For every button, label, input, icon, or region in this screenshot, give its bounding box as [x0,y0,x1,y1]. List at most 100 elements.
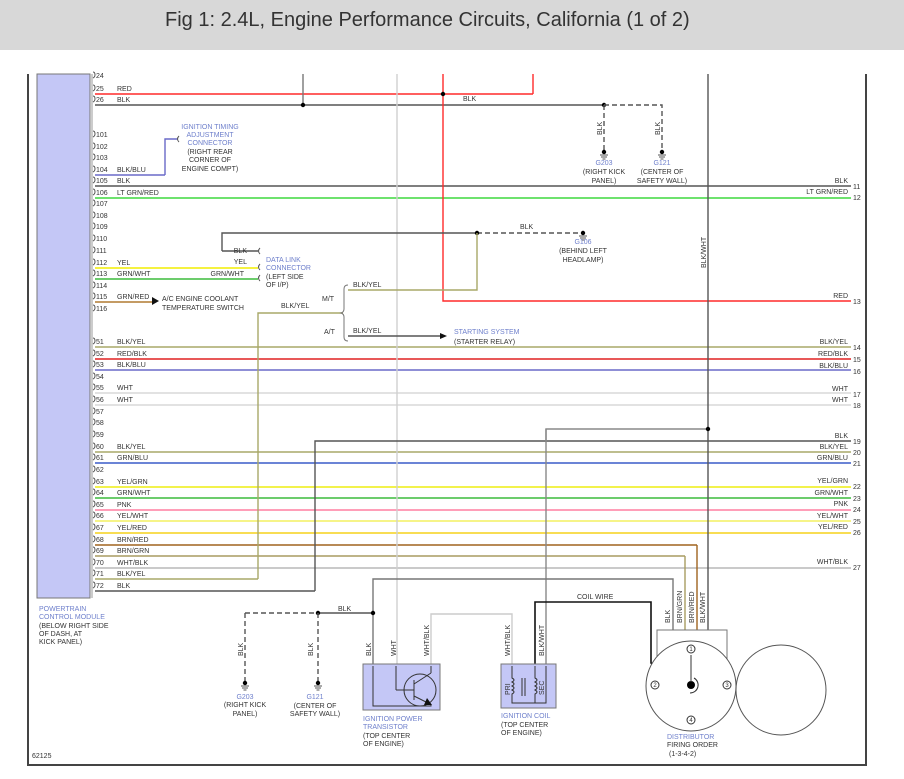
pin-number-65: 65 [96,502,104,509]
pin-number-56: 56 [96,397,104,404]
pin-number-102: 102 [96,144,108,151]
pin-wire-label-51: BLK/YEL [117,339,146,346]
pin-number-70: 70 [96,560,104,567]
pin-bracket [92,372,96,380]
coil-name: IGNITION COIL [501,713,551,720]
splice-dot [242,680,248,686]
terminal-number-21: 21 [853,461,861,468]
terminal-number-23: 23 [853,496,861,503]
pin-number-54: 54 [96,374,104,381]
pin-bracket [92,165,96,173]
pin-wire-label-104: BLK/BLU [117,167,146,174]
pin-wire-label-106: LT GRN/RED [117,190,159,197]
pin-wire-label-115: GRN/RED [117,294,149,301]
g203-bottom-loc-1: (RIGHT KICK [224,702,267,709]
pin-bracket [92,176,96,184]
firing-order: (1-3-4-2) [669,751,696,758]
pin-number-61: 61 [96,455,104,462]
terminal-wire-label-12: LT GRN/RED [806,189,848,196]
pin-wire-label-71: BLK/YEL [117,571,146,578]
g121-top-wire-label: BLK [655,121,662,135]
dist-pin-brnred: BRN/RED [689,591,696,623]
blk-transistor-distributor [372,578,674,666]
terminal-wire-label-13: RED [833,293,848,300]
ground-icon [314,685,322,691]
ac-switch-arrow-icon [152,297,159,305]
splice-dot [370,610,376,616]
pin-wire-label-55: WHT [117,385,134,392]
diagram-frame [27,74,867,766]
pin-bracket [92,581,96,589]
terminal-number-13: 13 [853,299,861,306]
pin-number-101: 101 [96,132,108,139]
terminal-wire-label-16: BLK/BLU [819,363,848,370]
splice-dot [705,426,711,432]
pin-bracket [92,349,96,357]
g121-bottom-id: G121 [306,694,323,701]
pin-wire-label-65: PNK [117,502,132,509]
coil-loc-2: OF ENGINE) [501,730,542,737]
g106-wire-label: BLK [520,224,534,231]
pin-wire-label-61: GRN/BLU [117,455,148,462]
terminal-number-26: 26 [853,530,861,537]
pin-bracket [92,246,96,254]
pin-number-114: 114 [96,283,107,290]
pin-bracket [92,488,96,496]
pcm-location-3: KICK PANEL) [39,639,82,646]
figure-id: 62125 [32,753,52,760]
firing-order-label: FIRING ORDER [667,742,718,749]
dlc-loc-2: OF I/P) [266,282,289,289]
pin-bracket [92,558,96,566]
g121-top-loc-1: (CENTER OF [641,169,684,176]
pin-number-106: 106 [96,190,108,197]
pin-number-57: 57 [96,409,104,416]
ground-icon [600,154,608,160]
pin-number-103: 103 [96,155,108,162]
terminal-wire-label-17: WHT [832,386,849,393]
blk-yel-pin-71-up [257,312,343,579]
pcm-location-2: OF DASH, AT [39,631,83,638]
terminal-wire-label-15: RED/BLK [818,351,848,358]
terminal-number-20: 20 [853,450,861,457]
terminal-wire-label-22: YEL/GRN [817,478,848,485]
pin-number-109: 109 [96,224,108,231]
pin-number-58: 58 [96,420,104,427]
splice-dot [601,149,607,155]
at-wire-label: BLK/YEL [353,328,382,335]
pin-number-52: 52 [96,351,104,358]
pin-bracket [92,523,96,531]
g106-loc-1: (BEHIND LEFT [559,248,608,255]
splice-dot [300,102,306,108]
timing-connector-loc-2: CORNER OF [189,157,231,164]
terminal-number-17: 17 [853,392,861,399]
terminal-wire-label-14: BLK/YEL [820,339,849,346]
pin-bracket [92,188,96,196]
timing-connector-name-1: IGNITION TIMING [181,124,238,131]
g121-top-loc-2: SAFETY WALL) [637,178,687,185]
pin-number-71: 71 [96,571,104,578]
pin-number-59: 59 [96,432,104,439]
terminal-wire-label-21: GRN/BLU [817,455,848,462]
pin-wire-label-25: RED [117,86,132,93]
g203-top-id: G203 [595,160,612,167]
top-blk-label: BLK [463,96,477,103]
starting-system-location: (STARTER RELAY) [454,339,515,346]
terminal-number-16: 16 [853,369,861,376]
pin-bracket [92,430,96,438]
g121-bottom-loc-1: (CENTER OF [294,703,337,710]
terminal-wire-label-27: WHT/BLK [817,559,848,566]
transistor-pin-blk: BLK [366,642,373,656]
pin-number-67: 67 [96,525,104,532]
pin-bracket [92,500,96,508]
pin-bracket [92,465,96,473]
pin-number-26: 26 [96,97,104,104]
splice-dot [659,149,665,155]
g121-bottom-loc-2: SAFETY WALL) [290,711,340,718]
pin-wire-label-53: BLK/BLU [117,362,146,369]
pin-bracket [92,383,96,391]
splice-dot [440,91,446,97]
pin-number-53: 53 [96,362,104,369]
pin-number-62: 62 [96,467,104,474]
transistor-loc-2: OF ENGINE) [363,741,404,748]
pin-wire-label-69: BRN/GRN [117,548,149,555]
